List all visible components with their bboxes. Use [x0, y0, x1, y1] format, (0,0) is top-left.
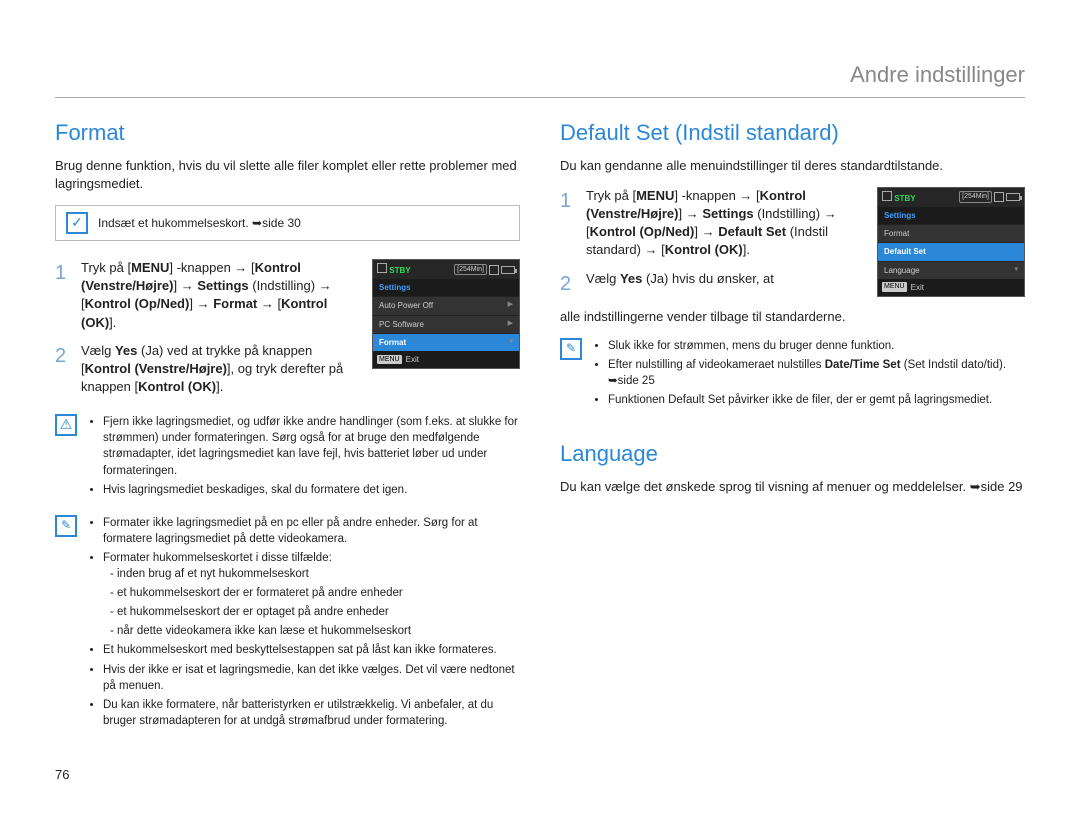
time-remaining: [254Min] [959, 191, 992, 203]
list-item: Hvis lagringsmediet beskadiges, skal du … [103, 482, 520, 498]
lcd-row-selected: Format▾ [373, 333, 519, 351]
list-item: et hukommelseskort der er optaget på and… [117, 604, 520, 620]
defaultset-notes: Sluk ikke for strømmen, mens du bruger d… [560, 338, 1025, 411]
warning-block: Fjern ikke lagringsmediet, og udfør ikke… [55, 414, 520, 500]
battery-icon [1006, 193, 1020, 201]
notes-block: Formater ikke lagringsmediet på en pc el… [55, 515, 520, 732]
right-column: Default Set (Indstil standard) Du kan ge… [560, 118, 1025, 746]
card-icon [994, 192, 1004, 202]
menu-button-icon: MENU [882, 282, 907, 292]
step1-text: Tryk på [MENU] -knappen → [Kontrol (Vens… [586, 187, 867, 260]
chevron-down-icon: ▾ [1014, 265, 1018, 276]
format-heading: Format [55, 118, 520, 149]
list-item: Formater hukommelseskortet i disse tilfæ… [103, 550, 520, 639]
lcd-row: Auto Power Off▶ [373, 296, 519, 314]
callout-text: Indsæt et hukommelseskort. ➥side 30 [98, 215, 301, 232]
left-column: Format Brug denne funktion, hvis du vil … [55, 118, 520, 746]
lcd-menu-title: Settings [878, 207, 1024, 224]
battery-icon [501, 266, 515, 274]
warning-list: Fjern ikke lagringsmediet, og udfør ikke… [87, 414, 520, 500]
lcd-row: PC Software▶ [373, 315, 519, 333]
notes-list: Sluk ikke for strømmen, mens du bruger d… [592, 338, 1025, 411]
exit-label: Exit [911, 282, 924, 293]
divider [55, 97, 1025, 98]
step1-text: Tryk på [MENU] -knappen → [Kontrol (Vens… [81, 259, 362, 332]
step2-continuation: alle indstillingerne vender tilbage til … [560, 308, 1025, 326]
language-heading: Language [560, 439, 1025, 470]
list-item: Et hukommelseskort med beskyttelsestappe… [103, 642, 520, 658]
notes-list: Formater ikke lagringsmediet på en pc el… [87, 515, 520, 732]
step-number: 2 [560, 270, 574, 298]
sd-icon [377, 263, 387, 273]
lcd-row: Format [878, 224, 1024, 242]
stby-label: STBY [389, 266, 410, 275]
page-number: 76 [55, 766, 1025, 784]
list-item: inden brug af et nyt hukommelseskort [117, 566, 520, 582]
lcd-row-selected: Default Set [878, 242, 1024, 260]
card-icon [489, 265, 499, 275]
note-icon [55, 515, 77, 537]
list-item: Efter nulstilling af videokameraet nulst… [608, 357, 1025, 389]
list-item: et hukommelseskort der er formateret på … [117, 585, 520, 601]
sd-icon [882, 191, 892, 201]
step2-text: Vælg Yes (Ja) hvis du ønsker, at [586, 270, 867, 298]
step-number: 1 [560, 187, 574, 260]
list-item: Formater ikke lagringsmediet på en pc el… [103, 515, 520, 547]
step-number: 2 [55, 342, 69, 397]
list-item: Fjern ikke lagringsmediet, og udfør ikke… [103, 414, 520, 478]
menu-button-icon: MENU [377, 355, 402, 365]
time-remaining: [254Min] [454, 264, 487, 276]
list-item: Hvis der ikke er isat et lagringsmedie, … [103, 662, 520, 694]
step1-wrap-right: 1 Tryk på [MENU] -knappen → [Kontrol (Ve… [560, 187, 1025, 308]
list-item: Du kan ikke formatere, når batteristyrke… [103, 697, 520, 729]
note-icon [560, 338, 582, 360]
lcd-menu-title: Settings [373, 279, 519, 296]
lcd-preview-format: STBY [254Min] Settings Auto Power Off▶ P… [372, 259, 520, 369]
list-item: Funktionen Default Set påvirker ikke de … [608, 392, 1025, 408]
step-number: 1 [55, 259, 69, 332]
defaultset-intro: Du kan gendanne alle menuindstillinger t… [560, 157, 1025, 175]
lcd-row: Language▾ [878, 261, 1024, 279]
insert-card-callout: Indsæt et hukommelseskort. ➥side 30 [55, 205, 520, 241]
language-intro: Du kan vælge det ønskede sprog til visni… [560, 478, 1025, 496]
page-header: Andre indstillinger [55, 60, 1025, 91]
stby-label: STBY [894, 194, 915, 203]
lcd-preview-defaultset: STBY [254Min] Settings Format Default Se… [877, 187, 1025, 297]
step1-wrap: 1 Tryk på [MENU] -knappen → [Kontrol (Ve… [55, 259, 520, 406]
warning-icon [55, 414, 77, 436]
chevron-down-icon: ▾ [509, 337, 513, 348]
exit-label: Exit [406, 354, 419, 365]
chevron-right-icon: ▶ [508, 319, 513, 330]
step2-text: Vælg Yes (Ja) ved at trykke på knappen [… [81, 342, 362, 397]
defaultset-heading: Default Set (Indstil standard) [560, 118, 1025, 149]
format-intro: Brug denne funktion, hvis du vil slette … [55, 157, 520, 193]
check-icon [66, 212, 88, 234]
list-item: Sluk ikke for strømmen, mens du bruger d… [608, 338, 1025, 354]
chevron-right-icon: ▶ [508, 300, 513, 311]
content-columns: Format Brug denne funktion, hvis du vil … [55, 118, 1025, 746]
list-item: når dette videokamera ikke kan læse et h… [117, 623, 520, 639]
